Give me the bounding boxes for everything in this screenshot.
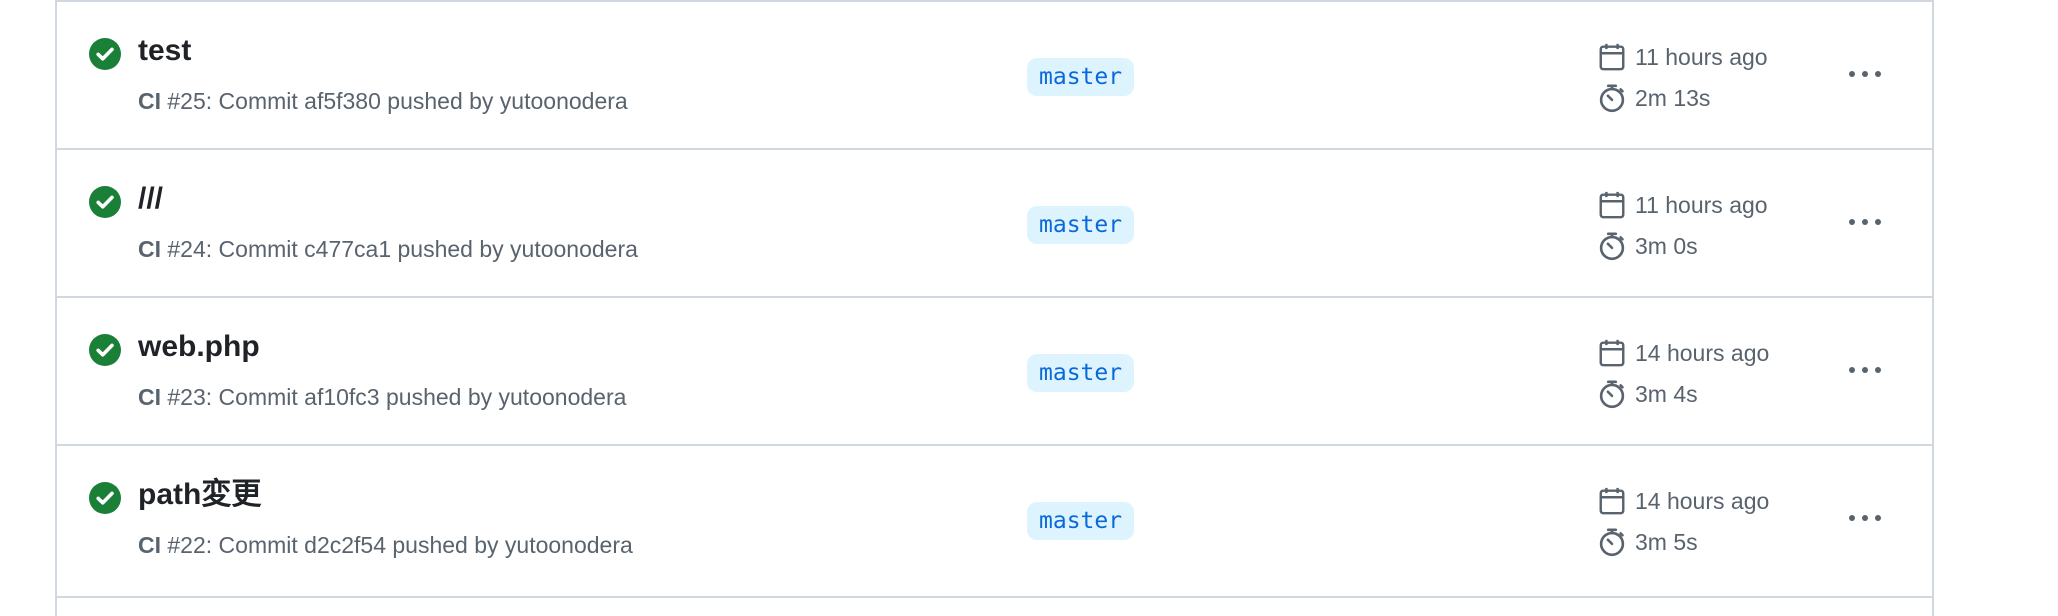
- calendar-icon: [1599, 339, 1625, 367]
- workflow-name: CI: [138, 532, 161, 558]
- branch-badge[interactable]: master: [1027, 502, 1135, 540]
- run-date: 11 hours ago: [1597, 40, 1768, 74]
- run-title-link[interactable]: web.php: [138, 329, 260, 365]
- run-duration-text: 3m 4s: [1635, 381, 1698, 407]
- run-meta-text: #22: Commit d2c2f54 pushed by yutoonoder…: [161, 532, 633, 558]
- check-circle-fill-icon: [89, 334, 121, 366]
- run-meta: CI #22: Commit d2c2f54 pushed by yutoono…: [138, 530, 633, 560]
- calendar-icon: [1599, 191, 1625, 219]
- run-menu-button[interactable]: [1837, 200, 1893, 244]
- run-time-ago: 14 hours ago: [1635, 340, 1770, 366]
- run-duration-text: 3m 0s: [1635, 233, 1698, 259]
- run-title-link[interactable]: test: [138, 33, 191, 69]
- kebab-horizontal-icon: [1849, 367, 1881, 373]
- workflow-run-row: /// CI #24: Commit c477ca1 pushed by yut…: [57, 148, 1932, 296]
- run-duration-text: 3m 5s: [1635, 529, 1698, 555]
- workflow-run-row: test CI #25: Commit af5f380 pushed by yu…: [57, 0, 1932, 148]
- stopwatch-icon: [1599, 84, 1625, 113]
- run-duration: 3m 5s: [1597, 525, 1698, 559]
- workflow-run-row: web.php CI #23: Commit af10fc3 pushed by…: [57, 296, 1932, 444]
- run-duration: 2m 13s: [1597, 81, 1710, 115]
- check-circle-fill-icon: [89, 186, 121, 218]
- run-title-link[interactable]: ///: [138, 181, 163, 217]
- stopwatch-icon: [1599, 380, 1625, 409]
- run-menu-button[interactable]: [1837, 496, 1893, 540]
- workflow-runs-list: test CI #25: Commit af5f380 pushed by yu…: [55, 0, 1934, 616]
- branch-badge[interactable]: master: [1027, 58, 1135, 96]
- kebab-horizontal-icon: [1849, 71, 1881, 77]
- run-duration: 3m 4s: [1597, 377, 1698, 411]
- run-meta-text: #24: Commit c477ca1 pushed by yutoonoder…: [161, 236, 638, 262]
- kebab-horizontal-icon: [1849, 515, 1881, 521]
- run-menu-button[interactable]: [1837, 348, 1893, 392]
- stopwatch-icon: [1599, 232, 1625, 261]
- calendar-icon: [1599, 487, 1625, 515]
- workflow-run-row: [57, 596, 1932, 616]
- workflow-name: CI: [138, 236, 161, 262]
- run-time-ago: 14 hours ago: [1635, 488, 1770, 514]
- run-time-ago: 11 hours ago: [1635, 44, 1768, 70]
- run-time-ago: 11 hours ago: [1635, 192, 1768, 218]
- branch-badge[interactable]: master: [1027, 206, 1135, 244]
- run-meta-text: #25: Commit af5f380 pushed by yutoonoder…: [161, 88, 628, 114]
- run-date: 14 hours ago: [1597, 336, 1769, 370]
- workflow-name: CI: [138, 88, 161, 114]
- run-meta: CI #25: Commit af5f380 pushed by yutoono…: [138, 86, 628, 116]
- run-menu-button[interactable]: [1837, 52, 1893, 96]
- run-duration-text: 2m 13s: [1635, 85, 1711, 111]
- run-meta: CI #23: Commit af10fc3 pushed by yutoono…: [138, 382, 626, 412]
- run-date: 11 hours ago: [1597, 188, 1768, 222]
- run-title-link[interactable]: path変更: [138, 477, 261, 513]
- run-date: 14 hours ago: [1597, 484, 1769, 518]
- check-circle-fill-icon: [89, 482, 121, 514]
- workflow-run-row: path変更 CI #22: Commit d2c2f54 pushed by …: [57, 444, 1932, 592]
- check-circle-fill-icon: [89, 38, 121, 70]
- workflow-name: CI: [138, 384, 161, 410]
- stopwatch-icon: [1599, 528, 1625, 557]
- branch-badge[interactable]: master: [1027, 354, 1135, 392]
- run-meta-text: #23: Commit af10fc3 pushed by yutoonoder…: [161, 384, 627, 410]
- calendar-icon: [1599, 43, 1625, 71]
- run-duration: 3m 0s: [1597, 229, 1698, 263]
- kebab-horizontal-icon: [1849, 219, 1881, 225]
- run-meta: CI #24: Commit c477ca1 pushed by yutoono…: [138, 234, 638, 264]
